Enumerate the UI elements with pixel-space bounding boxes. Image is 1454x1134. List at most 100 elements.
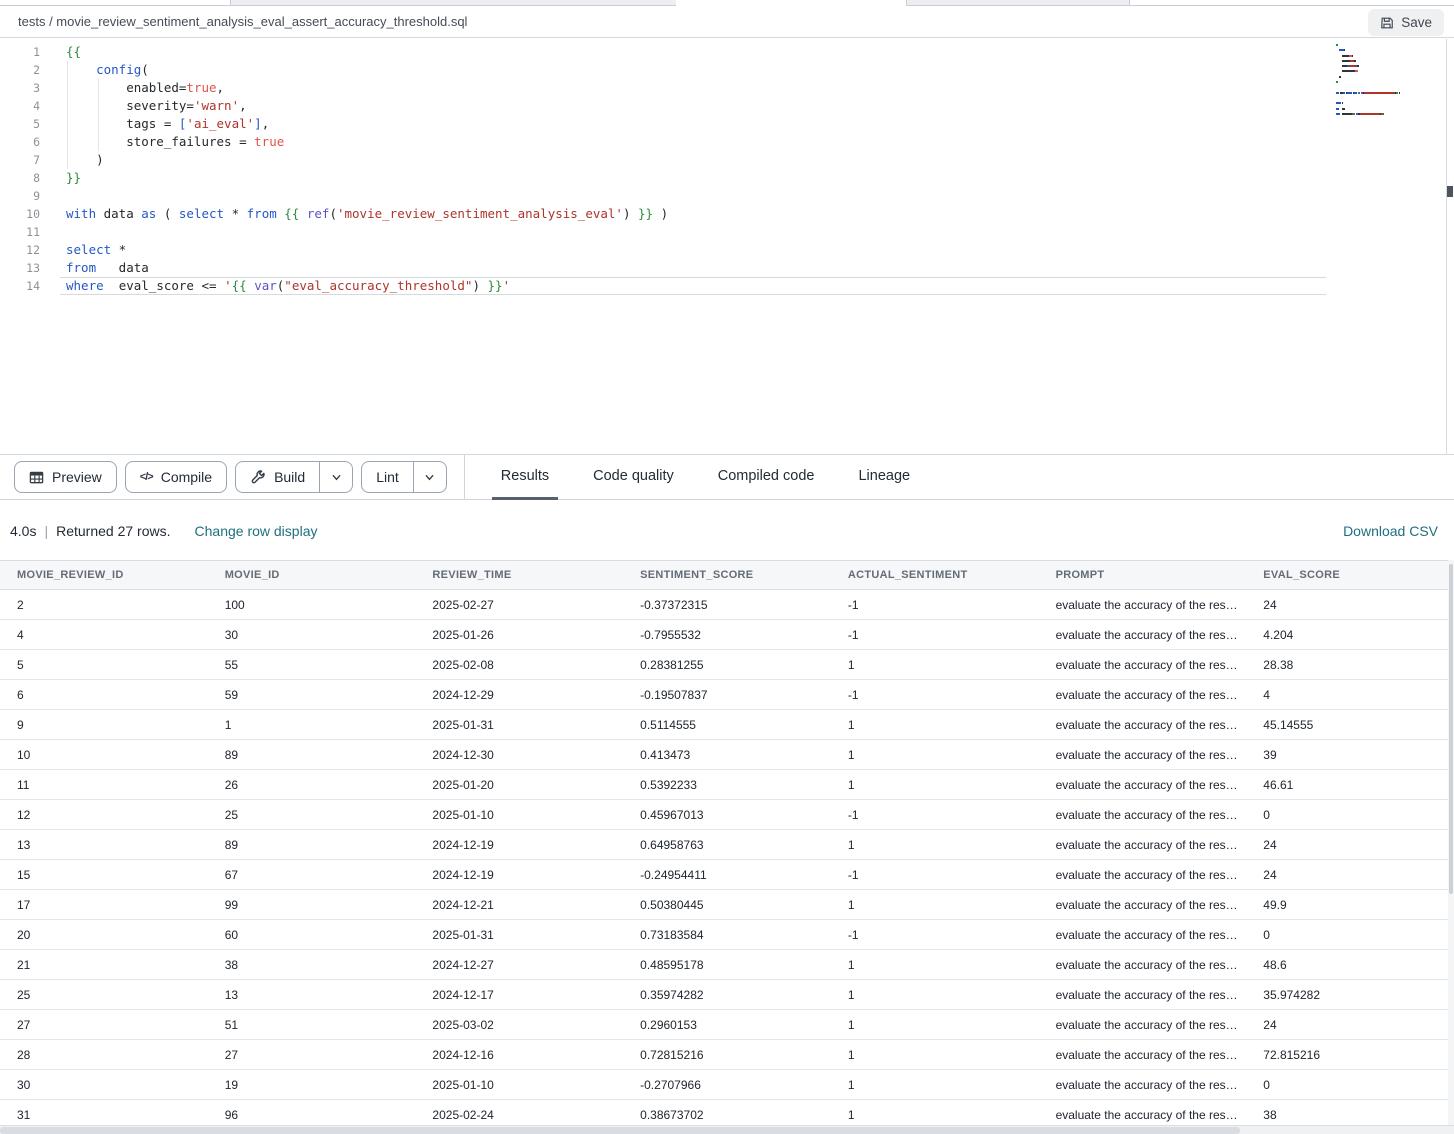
- code-line[interactable]: 11: [0, 223, 1340, 241]
- line-number: 14: [0, 277, 40, 295]
- cell-movie_review_id: 25: [0, 980, 208, 1009]
- code-line[interactable]: 12select *: [0, 241, 1340, 259]
- code-text: enabled=true,: [40, 79, 224, 97]
- column-header-eval_score[interactable]: EVAL_SCORE: [1246, 561, 1454, 589]
- cell-movie_id: 25: [208, 800, 416, 829]
- tab-results[interactable]: Results: [492, 455, 558, 500]
- cell-review_time: 2025-01-10: [415, 1070, 623, 1099]
- code-text: tags = ['ai_eval'],: [40, 115, 269, 133]
- table-row: 30192025-01-10-0.27079661evaluate the ac…: [0, 1070, 1454, 1100]
- cell-actual_sentiment: 1: [831, 740, 1039, 769]
- code-text: ): [40, 151, 104, 169]
- cell-movie_id: 51: [208, 1010, 416, 1039]
- code-line[interactable]: 4 severity='warn',: [0, 97, 1340, 115]
- results-scrollbar-thumb[interactable]: [1449, 564, 1453, 894]
- cell-review_time: 2025-01-20: [415, 770, 623, 799]
- query-duration: 4.0s: [10, 523, 36, 539]
- column-header-movie_id[interactable]: MOVIE_ID: [208, 561, 416, 589]
- code-line[interactable]: 6 store_failures = true: [0, 133, 1340, 151]
- prompt-text: evaluate the accuracy of the res…: [1056, 718, 1238, 732]
- results-table-body: 21002025-02-27-0.37372315-1evaluate the …: [0, 590, 1454, 1130]
- line-number: 1: [0, 43, 40, 61]
- column-header-prompt[interactable]: PROMPT: [1039, 561, 1247, 589]
- line-number: 2: [0, 61, 40, 79]
- minimap-line: [1336, 44, 1410, 46]
- editor-scrollbar-thumb[interactable]: [1447, 186, 1453, 197]
- table-row: 21382024-12-270.485951781evaluate the ac…: [0, 950, 1454, 980]
- minimap-line: [1336, 108, 1410, 110]
- cell-sentiment_score: 0.35974282: [623, 980, 831, 1009]
- compile-button[interactable]: </> Compile: [125, 461, 227, 493]
- prompt-text: evaluate the accuracy of the res…: [1056, 898, 1238, 912]
- cell-movie_id: 100: [208, 590, 416, 619]
- editor-minimap[interactable]: [1336, 44, 1410, 118]
- cell-movie_review_id: 4: [0, 620, 208, 649]
- code-text: severity='warn',: [40, 97, 247, 115]
- code-editor[interactable]: 1{{2 config(3 enabled=true,4 severity='w…: [0, 39, 1454, 455]
- horizontal-scrollbar-thumb[interactable]: [0, 1127, 1240, 1134]
- table-row: 6592024-12-29-0.19507837-1evaluate the a…: [0, 680, 1454, 710]
- cell-actual_sentiment: 1: [831, 980, 1039, 1009]
- tab-lineage[interactable]: Lineage: [849, 455, 919, 500]
- build-button[interactable]: Build: [236, 462, 319, 492]
- column-header-review_time[interactable]: REVIEW_TIME: [415, 561, 623, 589]
- line-number: 12: [0, 241, 40, 259]
- code-line[interactable]: 13from data: [0, 259, 1340, 277]
- cell-prompt: evaluate the accuracy of the res…: [1039, 950, 1247, 979]
- code-line[interactable]: 14where eval_score <= '{{ var("eval_accu…: [0, 277, 1340, 295]
- preview-button-label: Preview: [52, 469, 102, 485]
- column-header-actual_sentiment[interactable]: ACTUAL_SENTIMENT: [831, 561, 1039, 589]
- minimap-line: [1336, 97, 1410, 99]
- table-row: 12252025-01-100.45967013-1evaluate the a…: [0, 800, 1454, 830]
- cell-eval_score: 24: [1246, 1010, 1454, 1039]
- build-button-label: Build: [274, 469, 305, 485]
- cell-sentiment_score: -0.7955532: [623, 620, 831, 649]
- code-line[interactable]: 3 enabled=true,: [0, 79, 1340, 97]
- table-row: 28272024-12-160.728152161evaluate the ac…: [0, 1040, 1454, 1070]
- tab-code-quality[interactable]: Code quality: [584, 455, 683, 500]
- column-header-sentiment_score[interactable]: SENTIMENT_SCORE: [623, 561, 831, 589]
- cell-eval_score: 4: [1246, 680, 1454, 709]
- table-row: 11262025-01-200.53922331evaluate the acc…: [0, 770, 1454, 800]
- code-line[interactable]: 9: [0, 187, 1340, 205]
- cell-eval_score: 24: [1246, 590, 1454, 619]
- cell-prompt: evaluate the accuracy of the res…: [1039, 1040, 1247, 1069]
- minimap-line: [1336, 92, 1410, 94]
- cell-movie_id: 67: [208, 860, 416, 889]
- column-header-movie_review_id[interactable]: MOVIE_REVIEW_ID: [0, 561, 208, 589]
- code-line[interactable]: 8}}: [0, 169, 1340, 187]
- lint-button[interactable]: Lint: [362, 462, 413, 492]
- build-split-button: Build: [235, 461, 353, 493]
- line-number: 11: [0, 223, 40, 241]
- tab-label: Results: [501, 468, 549, 484]
- build-dropdown-button[interactable]: [319, 462, 352, 492]
- code-line[interactable]: 2 config(: [0, 61, 1340, 79]
- code-line[interactable]: 5 tags = ['ai_eval'],: [0, 115, 1340, 133]
- prompt-text: evaluate the accuracy of the res…: [1056, 658, 1238, 672]
- prompt-text: evaluate the accuracy of the res…: [1056, 928, 1238, 942]
- cell-movie_id: 59: [208, 680, 416, 709]
- breadcrumb: tests / movie_review_sentiment_analysis_…: [18, 14, 467, 29]
- code-line[interactable]: 7 ): [0, 151, 1340, 169]
- code-line[interactable]: 10with data as ( select * from {{ ref('m…: [0, 205, 1340, 223]
- code-line[interactable]: 1{{: [0, 43, 1340, 61]
- lint-dropdown-button[interactable]: [413, 462, 446, 492]
- cell-movie_id: 99: [208, 890, 416, 919]
- preview-button[interactable]: Preview: [14, 461, 117, 493]
- save-button[interactable]: Save: [1368, 9, 1444, 36]
- lint-split-button: Lint: [361, 461, 447, 493]
- cell-eval_score: 0: [1246, 1070, 1454, 1099]
- table-row: 17992024-12-210.503804451evaluate the ac…: [0, 890, 1454, 920]
- prompt-text: evaluate the accuracy of the res…: [1056, 598, 1238, 612]
- minimap-line: [1336, 55, 1410, 57]
- cell-movie_review_id: 11: [0, 770, 208, 799]
- table-row: 10892024-12-300.4134731evaluate the accu…: [0, 740, 1454, 770]
- cell-eval_score: 48.6: [1246, 950, 1454, 979]
- cell-movie_review_id: 20: [0, 920, 208, 949]
- minimap-line: [1336, 86, 1410, 88]
- code-lines: 1{{2 config(3 enabled=true,4 severity='w…: [0, 43, 1340, 295]
- download-csv-link[interactable]: Download CSV: [1343, 523, 1438, 539]
- cell-prompt: evaluate the accuracy of the res…: [1039, 770, 1247, 799]
- tab-compiled-code[interactable]: Compiled code: [709, 455, 824, 500]
- change-row-display-link[interactable]: Change row display: [195, 523, 318, 539]
